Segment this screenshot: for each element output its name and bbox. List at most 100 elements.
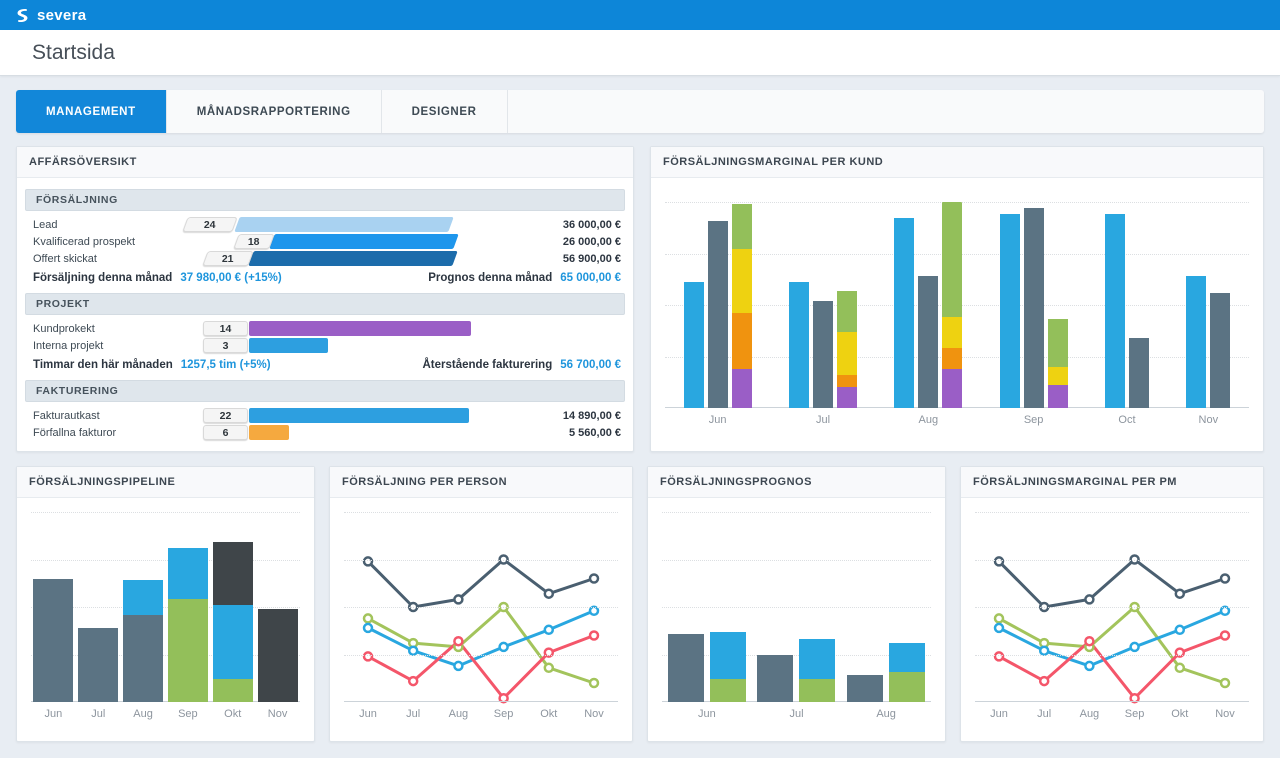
title-bar: Startsida (0, 30, 1280, 76)
bar[interactable] (757, 512, 793, 702)
bar-group: Jul (78, 512, 118, 724)
row-label: Lead (33, 219, 183, 231)
bar[interactable] (1105, 202, 1125, 408)
panel-title: FÖRSÄLJNINGSPROGNOS (648, 467, 945, 498)
bar[interactable] (813, 202, 833, 408)
bar-segment (684, 282, 704, 408)
value-bar[interactable] (249, 408, 469, 423)
bar[interactable] (33, 512, 73, 702)
funnel-bar[interactable] (269, 234, 458, 249)
panel-title: AFFÄRSÖVERSIKT (17, 147, 633, 178)
bar[interactable] (789, 202, 809, 408)
bar-segment (889, 643, 925, 672)
bar-cluster (684, 202, 752, 408)
bar-cluster (168, 512, 208, 702)
bar[interactable] (894, 202, 914, 408)
bar[interactable] (918, 202, 938, 408)
summary-label: Timmar den här månaden (33, 359, 173, 371)
x-axis-label: Oct (1118, 408, 1135, 430)
summary-value[interactable]: 1257,5 tim (+5%) (181, 359, 271, 371)
gridline (975, 655, 1249, 656)
bar-segment (837, 332, 857, 375)
summary-value[interactable]: 65 000,00 € (560, 272, 621, 284)
summary-value[interactable]: 56 700,00 € (560, 359, 621, 371)
bar-segment (732, 249, 752, 313)
dashboard-main: AFFÄRSÖVERSIKT FÖRSÄLJNING Lead 24 36 00… (16, 146, 1264, 742)
funnel-row-offert-skickat: Offert skickat 21 56 900,00 € (17, 250, 633, 267)
bar-segment (799, 679, 835, 702)
funnel-bar[interactable] (248, 251, 457, 266)
tab-designer[interactable]: DESIGNER (382, 90, 508, 133)
bar[interactable] (799, 512, 835, 702)
tab-management[interactable]: MANAGEMENT (16, 90, 167, 133)
x-axis-label: Sep (178, 702, 198, 724)
bar[interactable] (1129, 202, 1149, 408)
bar-cluster (33, 512, 73, 702)
gridline (344, 607, 618, 608)
bar-cluster (123, 512, 163, 702)
bar[interactable] (168, 512, 208, 702)
bar-segment (168, 548, 208, 599)
bar[interactable] (123, 512, 163, 702)
bar[interactable] (942, 202, 962, 408)
severa-logo[interactable]: severa (14, 7, 86, 24)
bar[interactable] (1024, 202, 1044, 408)
bar-segment (942, 317, 962, 348)
bar[interactable] (732, 202, 752, 408)
bar-row-fakturautkast: Fakturautkast 22 14 890,00 € (17, 407, 633, 424)
bar-segment (732, 313, 752, 369)
bar-group: Aug (847, 512, 925, 724)
row-label: Offert skickat (33, 253, 183, 265)
logo-text: severa (37, 7, 86, 24)
bar[interactable] (1048, 202, 1068, 408)
funnel-bar[interactable] (234, 217, 453, 232)
value-bar[interactable] (249, 321, 471, 336)
bar-segment (847, 675, 883, 702)
value-bar[interactable] (249, 338, 328, 353)
bar[interactable] (889, 512, 925, 702)
bar[interactable] (1210, 202, 1230, 408)
bar[interactable] (708, 202, 728, 408)
x-axis-label: Aug (876, 702, 896, 724)
chart-gridlines (344, 512, 618, 702)
bar[interactable] (1186, 202, 1206, 408)
value-bar[interactable] (249, 425, 289, 440)
x-axis-label: Jun (359, 702, 377, 724)
bar-zone: 22 (183, 408, 481, 423)
bar[interactable] (213, 512, 253, 702)
bar-cluster (78, 512, 118, 702)
bar-segment (837, 375, 857, 387)
bar[interactable] (710, 512, 746, 702)
bar-cluster (1186, 202, 1230, 408)
bar-segment (942, 202, 962, 317)
panel-title: FÖRSÄLJNINGSMARGINAL PER KUND (651, 147, 1263, 178)
bar[interactable] (837, 202, 857, 408)
bar-groups: JunJulAug (662, 512, 931, 724)
x-axis-label: Sep (494, 702, 514, 724)
bar-segment (78, 628, 118, 702)
bar[interactable] (258, 512, 298, 702)
x-axis-label: Jul (789, 702, 803, 724)
bar-cluster (757, 512, 835, 702)
bar[interactable] (684, 202, 704, 408)
section-header-fakturering: FAKTURERING (25, 380, 625, 402)
bar-cluster (1000, 202, 1068, 408)
funnel-row-kvalificerad-prospekt: Kvalificerad prospekt 18 26 000,00 € (17, 233, 633, 250)
bar[interactable] (668, 512, 704, 702)
bar[interactable] (847, 512, 883, 702)
count-badge: 3 (203, 338, 248, 353)
x-axis-label: Okt (1171, 702, 1188, 724)
summary-label: Återstående fakturering (423, 359, 553, 371)
bar[interactable] (78, 512, 118, 702)
bar-cluster (894, 202, 962, 408)
x-axis-label: Jul (406, 702, 420, 724)
chart-forsaljningspipeline: JunJulAugSepOktNov (31, 512, 300, 724)
x-axis-label: Okt (224, 702, 241, 724)
tab-manadsrapportering[interactable]: MÅNADSRAPPORTERING (167, 90, 382, 133)
summary-value[interactable]: 37 980,00 € (+15%) (180, 272, 281, 284)
summary-label: Prognos denna månad (428, 272, 552, 284)
gridline (344, 560, 618, 561)
bar[interactable] (1000, 202, 1020, 408)
x-axis-label: Jun (45, 702, 63, 724)
page-title: Startsida (32, 41, 115, 65)
